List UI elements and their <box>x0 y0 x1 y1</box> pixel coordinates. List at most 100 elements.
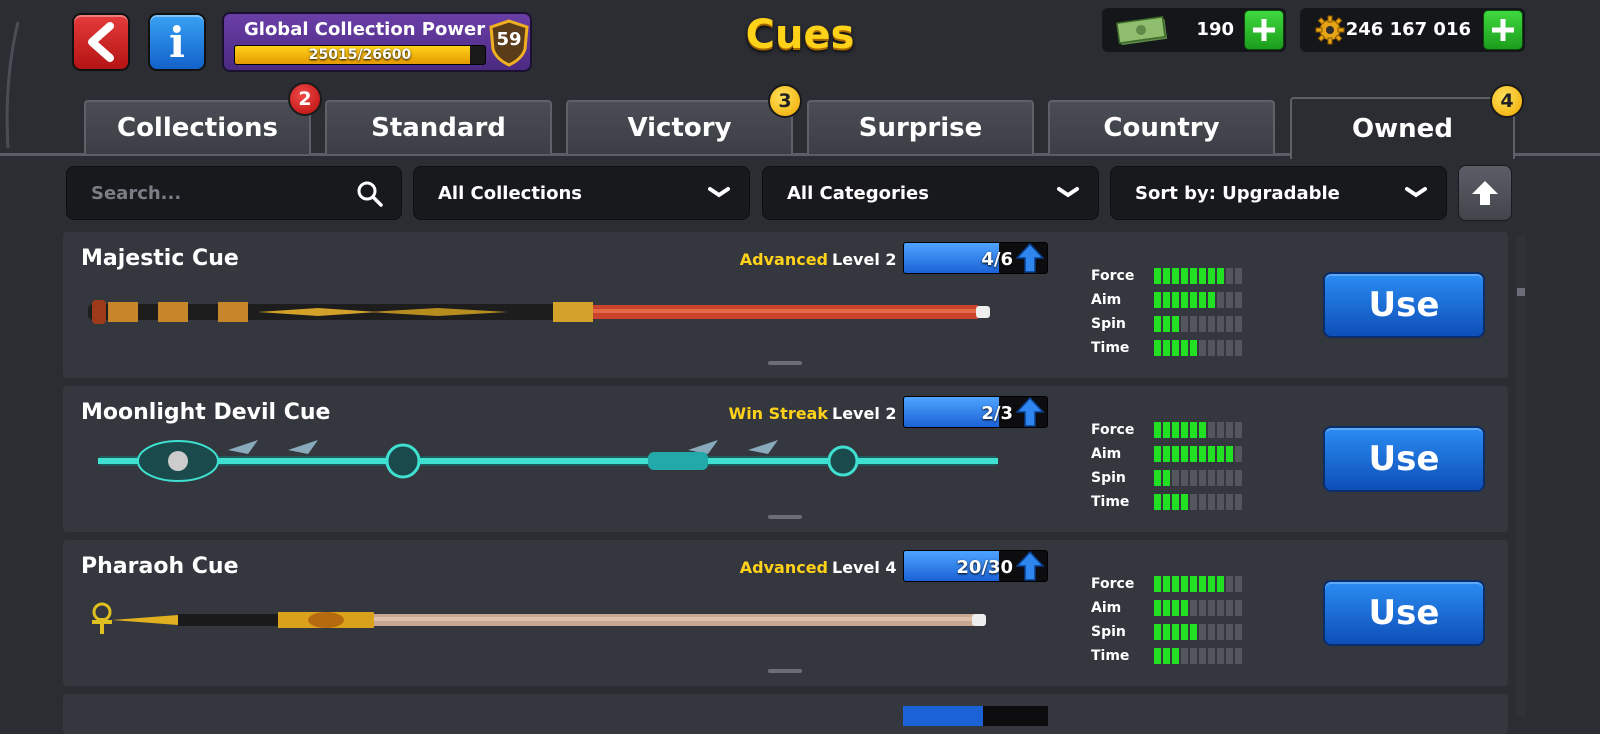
stat-label: Aim <box>1091 292 1122 308</box>
stat-segment <box>1217 316 1224 332</box>
stat-segment <box>1190 470 1197 486</box>
cue-stats: Force Aim Spin Time <box>1091 420 1291 516</box>
stat-segment <box>1154 648 1161 664</box>
scrollbar-track[interactable] <box>1516 236 1526 716</box>
stat-label: Aim <box>1091 600 1122 616</box>
stat-spin-bar <box>1154 470 1242 486</box>
stat-segment <box>1154 292 1161 308</box>
tab-label: Country <box>1103 113 1220 143</box>
use-cue-button[interactable]: Use <box>1323 426 1485 492</box>
chevron-left-icon <box>88 22 114 62</box>
stat-force-bar <box>1154 422 1242 438</box>
stat-segment <box>1163 648 1170 664</box>
stat-segment <box>1154 576 1161 592</box>
stat-segment <box>1226 340 1233 356</box>
stat-segment <box>1172 648 1179 664</box>
stat-segment <box>1235 268 1242 284</box>
stat-label: Force <box>1091 268 1135 284</box>
stat-segment <box>1172 624 1179 640</box>
stat-time: Time <box>1091 338 1291 362</box>
info-button[interactable]: i <box>148 13 206 71</box>
expand-handle[interactable] <box>768 515 802 519</box>
stat-segment <box>1199 576 1206 592</box>
stat-segment <box>1181 316 1188 332</box>
use-cue-button[interactable]: Use <box>1323 272 1485 338</box>
expand-handle[interactable] <box>768 669 802 673</box>
stat-segment <box>1172 316 1179 332</box>
stat-segment <box>1181 624 1188 640</box>
stat-force: Force <box>1091 574 1291 598</box>
back-button[interactable] <box>72 13 130 71</box>
collection-level: 59 <box>496 29 522 50</box>
stat-segment <box>1226 600 1233 616</box>
cue-name: Pharaoh Cue <box>81 554 239 579</box>
stat-segment <box>1199 624 1206 640</box>
upgrade-arrow-icon[interactable] <box>1015 242 1045 274</box>
tab-standard[interactable]: Standard <box>325 100 552 154</box>
coin-icon <box>1315 15 1345 45</box>
stat-segment <box>1172 292 1179 308</box>
sort-dropdown[interactable]: Sort by: Upgradable <box>1110 166 1447 220</box>
stat-segment <box>1190 316 1197 332</box>
use-cue-button[interactable]: Use <box>1323 580 1485 646</box>
stat-label: Force <box>1091 422 1135 438</box>
stat-segment <box>1217 446 1224 462</box>
stat-time-bar <box>1154 340 1242 356</box>
scrollbar-thumb[interactable] <box>1517 288 1525 296</box>
stat-segment <box>1163 494 1170 510</box>
collections-dropdown[interactable]: All Collections <box>413 166 750 220</box>
upgrade-progress-text: 2/3 <box>981 403 1013 424</box>
sort-direction-button[interactable] <box>1458 165 1512 221</box>
stat-segment <box>1199 648 1206 664</box>
pharaoh-cue-image <box>92 602 986 634</box>
categories-dropdown[interactable]: All Categories <box>762 166 1099 220</box>
stat-label: Time <box>1091 648 1130 664</box>
stat-force-bar <box>1154 268 1242 284</box>
search-icon <box>357 181 383 207</box>
tab-surprise[interactable]: Surprise <box>807 100 1034 154</box>
stat-label: Force <box>1091 576 1135 592</box>
stat-segment <box>1172 494 1179 510</box>
stat-segment <box>1226 624 1233 640</box>
stat-segment <box>1172 446 1179 462</box>
stat-segment <box>1217 494 1224 510</box>
cue-stats: Force Aim Spin Time <box>1091 266 1291 362</box>
stat-segment <box>1190 446 1197 462</box>
stat-time-bar <box>1154 648 1242 664</box>
stat-segment <box>1217 624 1224 640</box>
upgrade-arrow-icon[interactable] <box>1015 550 1045 582</box>
stat-segment <box>1208 422 1215 438</box>
upgrade-arrow-icon[interactable] <box>1015 396 1045 428</box>
stat-segment <box>1235 470 1242 486</box>
search-input[interactable]: Search... <box>66 166 402 220</box>
tab-owned[interactable]: Owned <box>1290 97 1515 159</box>
tab-country[interactable]: Country <box>1048 100 1275 154</box>
stat-segment <box>1154 600 1161 616</box>
stat-segment <box>1163 624 1170 640</box>
add-coins-button[interactable] <box>1483 10 1523 50</box>
stat-segment <box>1181 268 1188 284</box>
cash-icon <box>1116 16 1168 46</box>
add-cash-button[interactable] <box>1244 10 1284 50</box>
global-collection-power[interactable]: Global Collection Power 25015/26600 59 <box>222 12 532 72</box>
stat-segment <box>1172 268 1179 284</box>
stat-segment <box>1208 340 1215 356</box>
tab-collections[interactable]: Collections <box>84 100 311 154</box>
tab-victory[interactable]: Victory <box>566 100 793 154</box>
stat-label: Time <box>1091 340 1130 356</box>
coin-counter: 246 167 016 <box>1300 8 1525 52</box>
upgrade-progress-bar <box>903 706 1048 726</box>
cue-level: Level 2 <box>832 250 897 269</box>
stat-segment <box>1190 600 1197 616</box>
stat-segment <box>1208 470 1215 486</box>
stat-segment <box>1199 268 1206 284</box>
stat-segment <box>1172 600 1179 616</box>
stat-segment <box>1172 340 1179 356</box>
stat-segment <box>1199 340 1206 356</box>
stat-segment <box>1172 576 1179 592</box>
stat-segment <box>1208 446 1215 462</box>
expand-handle[interactable] <box>768 361 802 365</box>
stat-segment <box>1163 268 1170 284</box>
search-placeholder: Search... <box>91 183 182 204</box>
stat-label: Spin <box>1091 316 1126 332</box>
